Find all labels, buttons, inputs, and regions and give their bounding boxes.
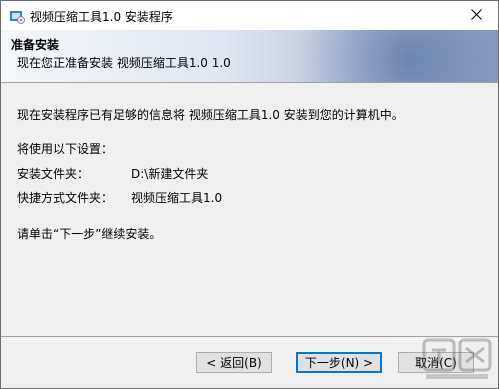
wizard-header: 准备安装 现在您正准备安装 视频压缩工具1.0 1.0	[1, 30, 498, 82]
next-button[interactable]: 下一步(N) >	[296, 352, 382, 373]
shortcut-folder-value: 视频压缩工具1.0	[131, 191, 223, 205]
shortcut-folder-label: 快捷方式文件夹：	[17, 191, 114, 205]
footer-separator	[1, 336, 498, 340]
page-title: 准备安装	[11, 38, 60, 52]
intro-text: 现在安装程序已有足够的信息将 视频压缩工具1.0 安装到您的计算机中。	[17, 108, 404, 122]
settings-heading: 将使用以下设置：	[17, 142, 114, 156]
cancel-button[interactable]: 取消(C)	[398, 352, 474, 373]
close-icon	[470, 8, 482, 23]
installer-icon	[9, 8, 25, 24]
install-folder-label: 安装文件夹：	[17, 167, 90, 181]
install-folder-value: D:\新建文件夹	[131, 167, 209, 181]
window-title: 视频压缩工具1.0 安装程序	[30, 10, 173, 24]
title-bar: 视频压缩工具1.0 安装程序	[1, 1, 498, 30]
page-subtitle: 现在您正准备安装 视频压缩工具1.0 1.0	[17, 56, 231, 70]
close-button[interactable]	[454, 1, 498, 30]
installer-window: 视频压缩工具1.0 安装程序 准备安装 现在您正准备安装 视频压缩工具1.0 1…	[0, 0, 499, 389]
instruction-text: 请单击“下一步”继续安装。	[17, 227, 162, 241]
back-button[interactable]: < 返回(B)	[196, 352, 272, 373]
header-separator	[1, 82, 498, 83]
